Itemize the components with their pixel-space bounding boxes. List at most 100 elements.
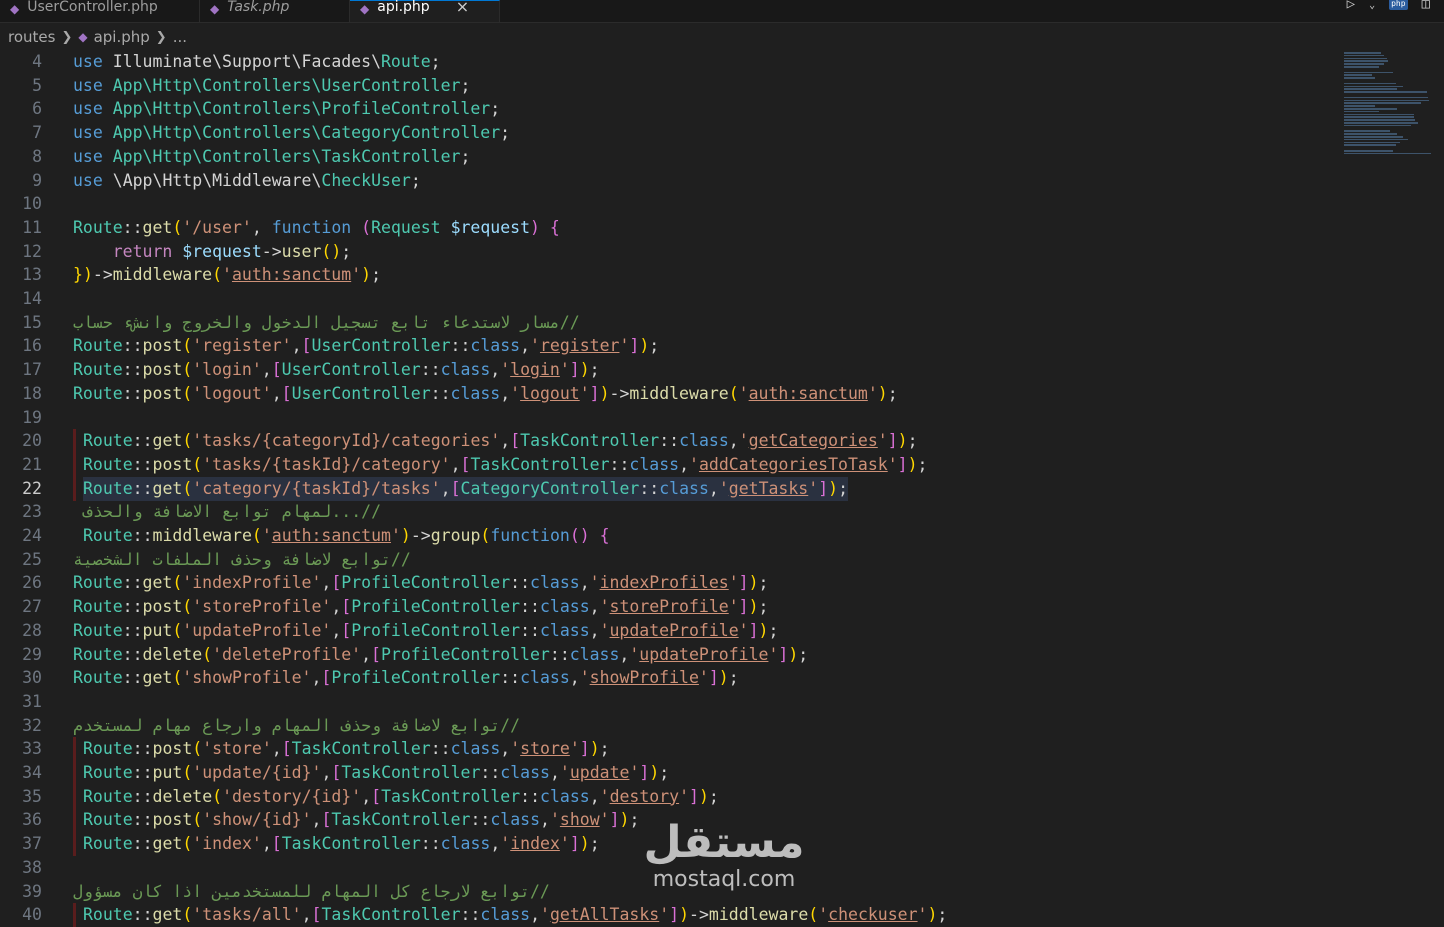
- php-file-icon: ◆: [78, 30, 88, 44]
- split-editor-icon[interactable]: ◫: [1422, 0, 1430, 12]
- modified-line-marker: [73, 903, 76, 927]
- modified-line-marker: [73, 832, 76, 857]
- code-line[interactable]: 10: [0, 192, 1340, 216]
- minimap-line: [1344, 74, 1372, 76]
- line-number: 31: [22, 691, 42, 711]
- minimap-line: [1344, 85, 1403, 88]
- code-text: Route::get('index',[TaskController::clas…: [83, 834, 600, 854]
- modified-line-marker: [73, 429, 76, 454]
- code-line[interactable]: 28 Route::put('updateProfile',[ProfileCon…: [0, 619, 1340, 643]
- line-number: 10: [22, 194, 42, 214]
- modified-line-marker: [73, 476, 76, 501]
- minimap-line: [1344, 66, 1379, 68]
- code-text: Route::put('update/{id}',[TaskController…: [83, 763, 670, 782]
- code-line[interactable]: 20 Route::get('tasks/{categoryId}/categor…: [0, 429, 1340, 454]
- code-line[interactable]: 7 use App\Http\Controllers\CategoryContro…: [0, 121, 1340, 145]
- code-line[interactable]: 21 Route::post('tasks/{taskId}/category',…: [0, 452, 1340, 477]
- line-number: 15: [22, 312, 42, 332]
- tab-task[interactable]: ◆ Task.php: [200, 0, 350, 22]
- modified-line-marker: [73, 737, 76, 762]
- code-text: Route::post('storeProfile',[ProfileContr…: [73, 597, 769, 617]
- code-line[interactable]: 23 //...لمهام توابع الاضافة والحذف: [0, 500, 1340, 524]
- line-number: 34: [22, 763, 42, 782]
- line-number: 22: [22, 478, 42, 498]
- code-line[interactable]: 35 Route::delete('destory/{id}',[TaskCont…: [0, 784, 1340, 809]
- code-line[interactable]: 5 use App\Http\Controllers\UserController…: [0, 74, 1340, 98]
- code-text: Route::delete('deleteProfile',[ProfileCo…: [73, 644, 809, 664]
- code-line[interactable]: 11 Route::get('/user', function (Request …: [0, 216, 1340, 240]
- code-line[interactable]: 9 use \App\Http\Middleware\CheckUser;: [0, 169, 1340, 193]
- code-line[interactable]: 14: [0, 287, 1340, 311]
- code-line[interactable]: 40 Route::get('tasks/all',[TaskController…: [0, 903, 1340, 927]
- php-file-icon: ◆: [210, 2, 220, 16]
- code-line[interactable]: 17 Route::post('login',[UserController::c…: [0, 358, 1340, 382]
- code-line[interactable]: 34 Route::put('update/{id}',[TaskControll…: [0, 761, 1340, 785]
- code-text: use \App\Http\Middleware\CheckUser;: [73, 170, 421, 190]
- line-number: 14: [22, 289, 42, 308]
- code-text: Route::post('register',[UserController::…: [73, 336, 660, 356]
- code-text: Route::get('tasks/all',[TaskController::…: [83, 905, 948, 925]
- minimap-line: [1344, 136, 1403, 138]
- code-text: Route::delete('destory/{id}',[TaskContro…: [83, 786, 719, 806]
- code-text: //مسار لاستدعاء تابع تسجيل الدخول والخرو…: [73, 312, 580, 332]
- code-line[interactable]: 32 //توابع لاضافة وحذف المهام وارجاع مهام…: [0, 714, 1340, 738]
- minimap-line: [1344, 52, 1381, 54]
- code-line[interactable]: 24 Route::middleware('auth:sanctum')->gro…: [0, 524, 1340, 548]
- code-editor[interactable]: 4 use Illuminate\Support\Facades\Route; 5 u…: [0, 50, 1340, 927]
- code-line[interactable]: 4 use Illuminate\Support\Facades\Route;: [0, 50, 1340, 74]
- chevron-right-icon: ❯: [61, 29, 73, 45]
- line-number: 24: [22, 526, 42, 545]
- code-text: Route::post('show/{id}',[TaskController:…: [83, 810, 640, 830]
- line-number: 26: [22, 573, 42, 593]
- tab-api[interactable]: ◆ api.php ×: [350, 0, 500, 22]
- code-line[interactable]: 30 Route::get('showProfile',[ProfileContr…: [0, 666, 1340, 690]
- modified-line-marker: [73, 808, 76, 833]
- code-text: //توابع لاضافة وحذف الملفات الشخصية: [73, 549, 411, 569]
- code-line[interactable]: 18 Route::post('logout',[UserController::…: [0, 382, 1340, 406]
- code-line[interactable]: 25 //توابع لاضافة وحذف الملفات الشخصية: [0, 548, 1340, 572]
- breadcrumb-file[interactable]: api.php: [94, 28, 150, 46]
- minimap-line: [1344, 105, 1375, 107]
- code-line[interactable]: 29 Route::delete('deleteProfile',[Profile…: [0, 643, 1340, 667]
- run-icon[interactable]: ▷: [1347, 0, 1355, 12]
- line-number: 39: [22, 881, 42, 901]
- line-number: 6: [32, 99, 42, 119]
- close-icon[interactable]: ×: [456, 0, 469, 16]
- code-line[interactable]: 16 Route::post('register',[UserController…: [0, 334, 1340, 358]
- tab-usercontroller[interactable]: ◆ UserController.php: [0, 0, 200, 22]
- chevron-down-icon[interactable]: ⌄: [1369, 0, 1375, 12]
- code-line[interactable]: 13})->middleware('auth:sanctum');: [0, 263, 1340, 287]
- minimap[interactable]: [1344, 52, 1440, 162]
- minimap-line: [1344, 113, 1414, 116]
- line-number: 11: [22, 217, 42, 237]
- code-text: Route::get('/user', function (Request $r…: [73, 217, 560, 237]
- line-number: 7: [32, 123, 42, 143]
- modified-line-marker: [73, 761, 76, 785]
- line-number: 16: [22, 336, 42, 356]
- code-line[interactable]: 26 Route::get('indexProfile',[ProfileCont…: [0, 571, 1340, 595]
- code-line[interactable]: 6 use App\Http\Controllers\ProfileControl…: [0, 97, 1340, 121]
- breadcrumb-folder[interactable]: routes: [8, 28, 55, 46]
- line-number: 8: [32, 146, 42, 166]
- code-line[interactable]: 19: [0, 406, 1340, 430]
- code-line[interactable]: 12 return $request->user();: [0, 240, 1340, 264]
- minimap-line: [1344, 77, 1375, 79]
- code-text: use App\Http\Controllers\ProfileControll…: [73, 99, 501, 119]
- minimap-line: [1344, 96, 1428, 99]
- php-file-icon: ◆: [10, 2, 20, 16]
- code-line[interactable]: 22 Route::get('category/{taskId}/tasks',[…: [0, 476, 1340, 501]
- code-text: Route::get('category/{taskId}/tasks',[Ca…: [83, 476, 848, 501]
- minimap-line: [1344, 141, 1400, 144]
- code-line[interactable]: 8 use App\Http\Controllers\TaskController…: [0, 145, 1340, 169]
- code-line[interactable]: 27 Route::post('storeProfile',[ProfileCon…: [0, 595, 1340, 619]
- breadcrumb-more[interactable]: ...: [173, 28, 187, 46]
- code-text: //...لمهام توابع الاضافة والحذف: [83, 502, 382, 522]
- line-number: 18: [22, 383, 42, 403]
- code-line[interactable]: 15 //مسار لاستدعاء تابع تسجيل الدخول والخ…: [0, 311, 1340, 335]
- minimap-line: [1344, 138, 1408, 141]
- code-line[interactable]: 33 Route::post('store',[TaskController::c…: [0, 737, 1340, 762]
- php-badge-icon[interactable]: php: [1389, 0, 1408, 10]
- code-line[interactable]: 31: [0, 690, 1340, 714]
- code-text: //توابع لاضافة وحذف المهام وارجاع مهام ل…: [73, 715, 521, 735]
- code-text: use App\Http\Controllers\TaskController;: [73, 146, 471, 166]
